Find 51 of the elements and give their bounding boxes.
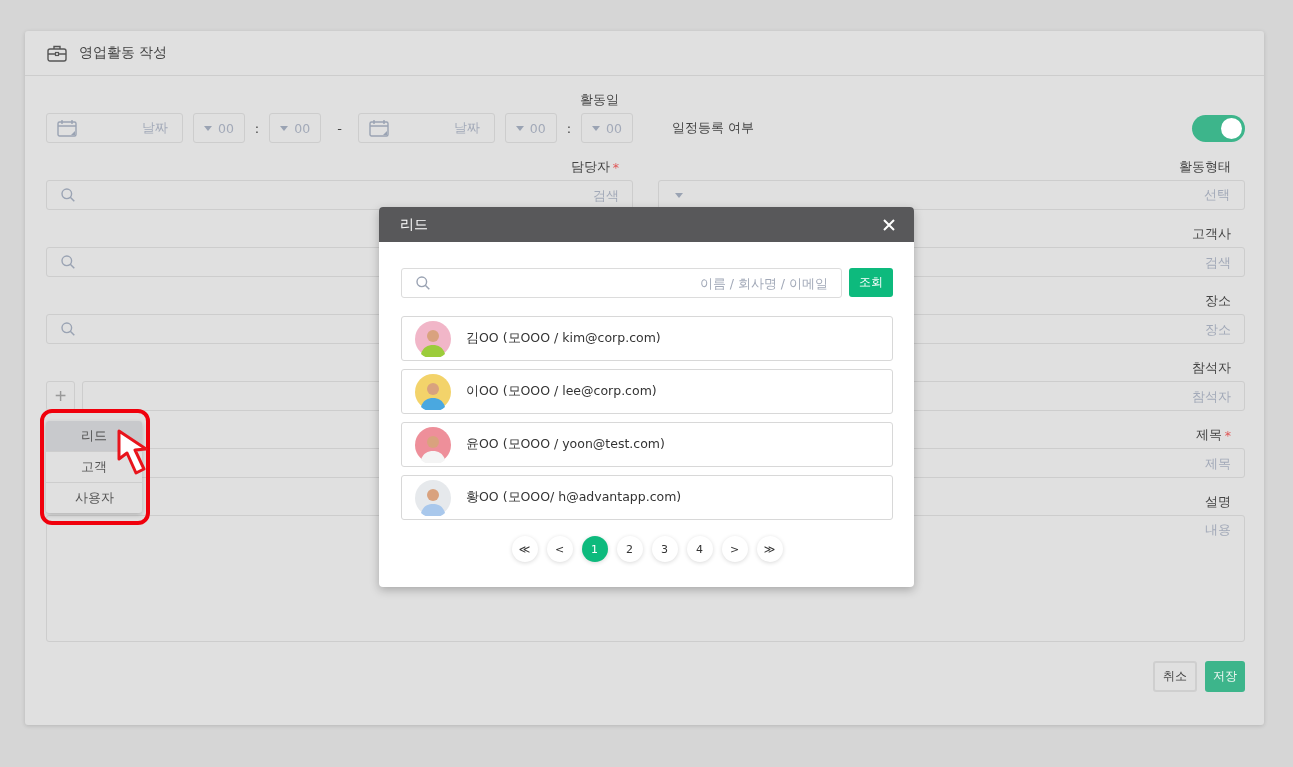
dropdown-arrow-icon <box>515 125 524 131</box>
dropdown-arrow-icon <box>675 192 683 198</box>
window-title: 영업활동 작성 <box>79 44 168 62</box>
lead-item[interactable]: 윤OO (모OOO / yoon@test.com) <box>401 422 893 467</box>
dropdown-arrow-icon <box>592 125 601 131</box>
dropdown-arrow-icon <box>280 125 289 131</box>
field-label: 활동일 <box>580 91 619 109</box>
search-field[interactable]: 이름 / 회사명 / 이메일 <box>401 268 842 298</box>
search-icon <box>61 322 75 336</box>
required-mark: * <box>612 159 619 175</box>
page-button[interactable]: 3 <box>651 536 678 562</box>
menu-item[interactable]: 사용자 <box>46 483 142 513</box>
search-icon <box>61 255 75 269</box>
time-separator: : <box>566 120 572 136</box>
field-label: 제목 <box>1195 426 1222 444</box>
toggle-label: 일정등록 여부 <box>672 119 754 137</box>
page-button[interactable]: ≫ <box>756 536 783 562</box>
field-label: 설명 <box>1205 493 1231 511</box>
field-label: 장소 <box>1205 292 1231 310</box>
calendar-icon <box>57 119 77 137</box>
page-button[interactable]: ≪ <box>511 536 538 562</box>
avatar-icon <box>415 373 451 410</box>
field-label: 참석자 <box>1192 359 1231 377</box>
page-button[interactable]: 2 <box>616 536 643 562</box>
lead-item[interactable]: 이OO (모OOO / lee@corp.com) <box>401 369 893 414</box>
avatar-icon <box>415 320 451 357</box>
lead-item[interactable]: 황OO (모OOO/ h@advantapp.com) <box>401 475 893 520</box>
lead-text: 이OO (모OOO / lee@corp.com) <box>466 383 657 400</box>
avatar-icon <box>415 479 451 516</box>
time-separator: : <box>254 120 260 136</box>
page-button[interactable]: < <box>546 536 573 562</box>
page-button[interactable]: 4 <box>686 536 713 562</box>
dialog-title: 리드 <box>400 215 428 234</box>
dropdown-arrow-icon <box>203 125 212 131</box>
briefcase-icon <box>47 44 67 62</box>
lead-text: 황OO (모OOO/ h@advantapp.com) <box>466 489 682 506</box>
toggle-switch[interactable] <box>1192 114 1245 142</box>
field-label: 고객사 <box>1192 225 1231 243</box>
page-button[interactable]: > <box>721 536 748 562</box>
lead-text: 김OO (모OOO / kim@corp.com) <box>466 330 661 347</box>
field-label: 활동형태 <box>1179 158 1231 176</box>
close-icon[interactable] <box>883 218 895 231</box>
calendar-icon <box>368 119 389 137</box>
cancel-button[interactable]: 취소 <box>1153 661 1197 692</box>
range-separator: - <box>337 120 342 136</box>
search-icon <box>416 276 430 290</box>
search-icon <box>61 188 75 202</box>
avatar-icon <box>415 426 451 463</box>
required-mark: * <box>1224 427 1231 443</box>
lead-item[interactable]: 김OO (모OOO / kim@corp.com) <box>401 316 893 361</box>
field-label: 담당자 <box>570 158 610 176</box>
